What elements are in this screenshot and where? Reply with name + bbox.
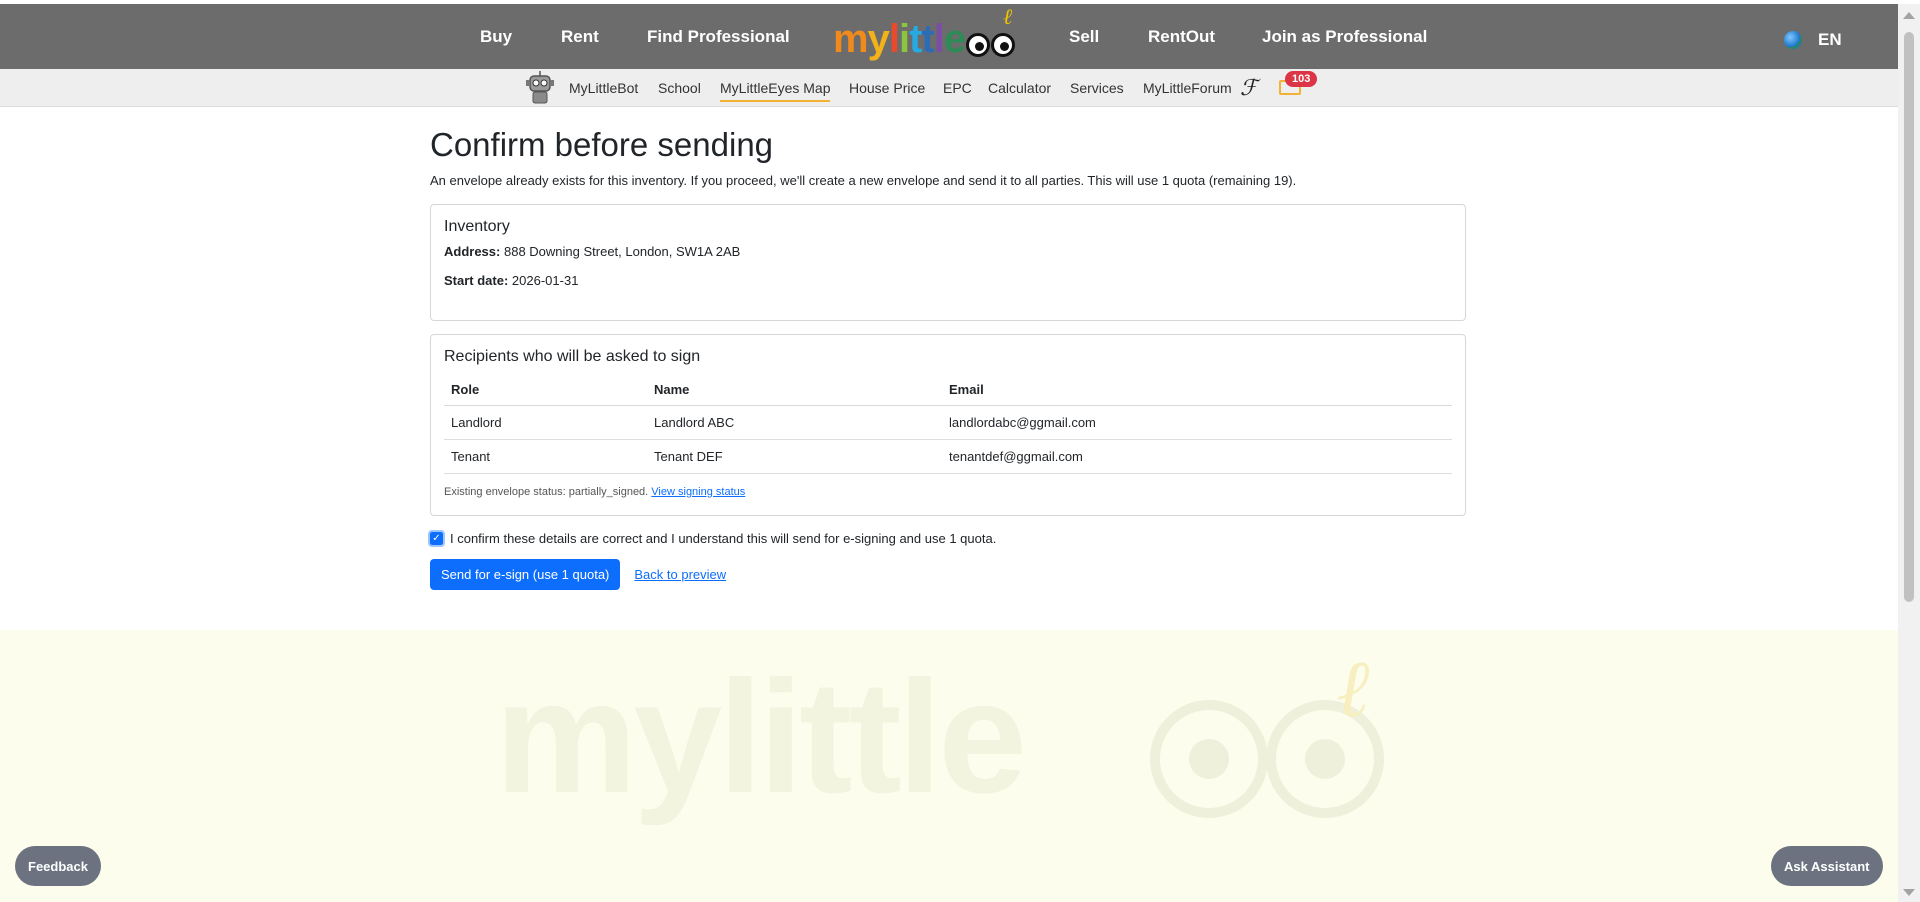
watermark-logo-text: mylittle [495, 647, 1027, 826]
page-lead-text: An envelope already exists for this inve… [430, 173, 1297, 188]
confirm-checkbox[interactable]: ✓ [428, 530, 445, 547]
subnav-calculator[interactable]: Calculator [988, 80, 1051, 96]
inventory-heading: Inventory [444, 218, 510, 235]
subnav-school[interactable]: School [658, 80, 701, 96]
globe-icon [1784, 31, 1802, 49]
topnav-left: Buy [480, 4, 512, 69]
recipients-table: Role Name Email Landlord Landlord ABC la… [444, 376, 1452, 474]
feedback-button[interactable]: Feedback [15, 846, 101, 886]
language-label: EN [1818, 30, 1842, 49]
confirm-row: ✓ I confirm these details are correct an… [428, 530, 1466, 547]
cell-name: Landlord ABC [647, 405, 942, 440]
top-navbar: Buy Rent Find Professional mylittle ℓ Se… [0, 4, 1898, 69]
watermark-eye-icon [1150, 700, 1268, 818]
watermark-swirl-icon: ℓ [1336, 642, 1370, 735]
subnav-services[interactable]: Services [1070, 80, 1124, 96]
robot-icon [526, 71, 554, 104]
table-row: Landlord Landlord ABC landlordabc@ggmail… [444, 405, 1452, 440]
logo-swirl-icon: ℓ [1003, 5, 1013, 30]
cell-role: Landlord [444, 405, 647, 440]
language-selector[interactable]: EN [1784, 30, 1842, 50]
cell-email: tenantdef@ggmail.com [942, 439, 1452, 474]
main-content: Confirm before sending An envelope alrea… [428, 107, 1466, 590]
send-esign-button[interactable]: Send for e-sign (use 1 quota) [430, 559, 621, 590]
nav-buy-link[interactable]: Buy [480, 27, 512, 47]
nav-join-professional-link[interactable]: Join as Professional [1262, 27, 1427, 47]
logo-eye-icon [991, 33, 1016, 57]
scroll-down-arrow-icon[interactable] [1903, 889, 1915, 896]
back-to-preview-link[interactable]: Back to preview [634, 567, 726, 582]
envelope-status: Existing envelope status: partially_sign… [444, 486, 1452, 498]
logo-eye-icon [966, 33, 991, 57]
recipients-heading: Recipients who will be asked to sign [444, 348, 701, 365]
start-date-label: Start date: [444, 273, 509, 288]
address-value: 888 Downing Street, London, SW1A 2AB [503, 244, 741, 259]
subnav-mylittleeyes-map[interactable]: MyLittleEyes Map [720, 80, 831, 102]
nav-sell-link[interactable]: Sell [1069, 27, 1099, 47]
footer-watermark-area: mylittle ℓ [0, 630, 1898, 902]
form-actions: Send for e-sign (use 1 quota) Back to pr… [430, 559, 1466, 590]
cell-name: Tenant DEF [647, 439, 942, 474]
page-title: Confirm before sending [430, 126, 774, 163]
confirm-label: I confirm these details are correct and … [450, 531, 997, 546]
nav-rentout-link[interactable]: RentOut [1148, 27, 1215, 47]
subnav-epc[interactable]: EPC [943, 80, 972, 96]
secondary-navbar: MyLittleBot School MyLittleEyes Map Hous… [0, 69, 1898, 107]
recipients-card: Recipients who will be asked to sign Rol… [430, 334, 1466, 516]
table-header-row: Role Name Email [444, 376, 1452, 406]
column-header-name: Name [647, 376, 942, 406]
logo-text: mylittle [833, 17, 966, 61]
nav-find-professional-link[interactable]: Find Professional [647, 27, 790, 47]
inventory-start-date: Start date: 2026-01-31 [444, 273, 1452, 288]
site-logo[interactable]: mylittle ℓ [833, 5, 1016, 62]
cell-email: landlordabc@ggmail.com [942, 405, 1452, 440]
envelope-status-text: Existing envelope status: partially_sign… [444, 486, 649, 498]
column-header-role: Role [444, 376, 647, 406]
notification-count-badge: 103 [1285, 71, 1318, 87]
forum-script-icon: ℱ [1240, 75, 1258, 101]
address-label: Address: [444, 244, 501, 259]
start-date-value: 2026-01-31 [511, 273, 579, 288]
nav-rent-link[interactable]: Rent [561, 27, 599, 47]
notifications-button[interactable]: 103 [1279, 71, 1318, 95]
subnav-house-price[interactable]: House Price [849, 80, 925, 96]
table-row: Tenant Tenant DEF tenantdef@ggmail.com [444, 439, 1452, 474]
scrollbar-thumb[interactable] [1904, 32, 1914, 602]
scroll-up-arrow-icon[interactable] [1903, 12, 1915, 19]
inventory-address: Address: 888 Downing Street, London, SW1… [444, 244, 1452, 259]
view-signing-status-link[interactable]: View signing status [651, 486, 745, 498]
ask-assistant-button[interactable]: Ask Assistant [1771, 846, 1883, 886]
column-header-email: Email [942, 376, 1452, 406]
inventory-card: Inventory Address: 888 Downing Street, L… [430, 204, 1466, 321]
subnav-mylittleforum[interactable]: MyLittleForum [1143, 80, 1232, 96]
cell-role: Tenant [444, 439, 647, 474]
subnav-mylittlebot[interactable]: MyLittleBot [569, 80, 638, 96]
page-scrollbar[interactable] [1898, 4, 1920, 902]
